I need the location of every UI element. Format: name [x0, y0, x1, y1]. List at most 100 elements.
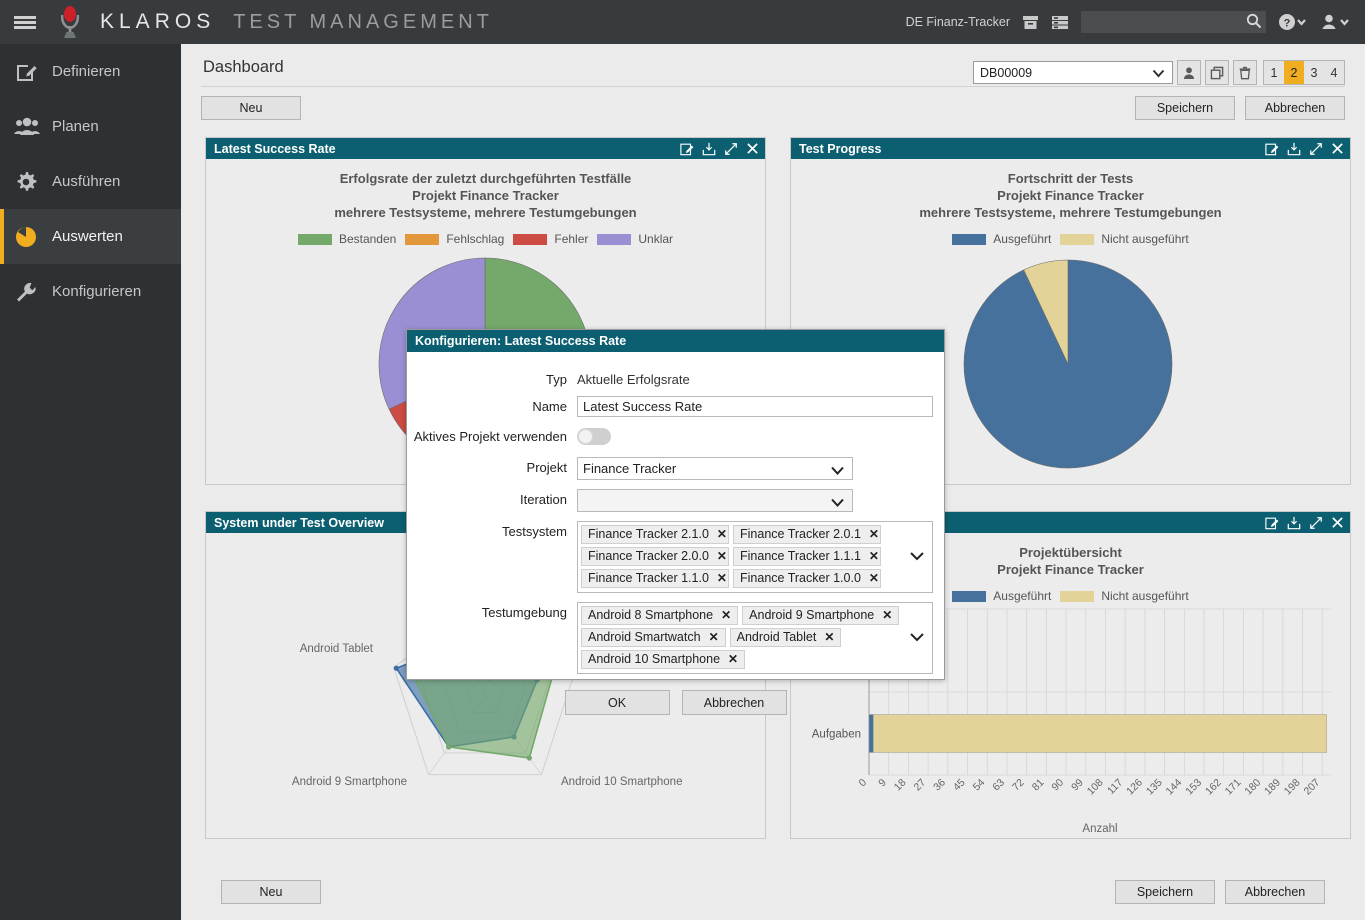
- remove-tag-icon[interactable]: ✕: [824, 630, 834, 644]
- tag-label: Android Smartwatch: [588, 630, 701, 644]
- svg-text:207: 207: [1301, 777, 1322, 798]
- panel-icons: [680, 142, 759, 156]
- remove-tag-icon[interactable]: ✕: [728, 652, 738, 666]
- sidebar-item-konfigurieren[interactable]: Konfigurieren: [0, 264, 181, 319]
- dashboard-select-wrapper[interactable]: DB00009: [973, 61, 1173, 84]
- svg-text:Aufgaben: Aufgaben: [812, 729, 861, 741]
- sidebar-item-definieren[interactable]: Definieren: [0, 44, 181, 99]
- testumgebung-tag[interactable]: Android 8 Smartphone✕: [581, 606, 738, 625]
- testumgebung-tag-box[interactable]: Android 8 Smartphone✕ Android 9 Smartpho…: [577, 602, 933, 674]
- iteration-select[interactable]: [577, 489, 853, 512]
- testumgebung-tag[interactable]: Android 9 Smartphone✕: [742, 606, 899, 625]
- export-icon[interactable]: [1287, 516, 1301, 530]
- remove-tag-icon[interactable]: ✕: [869, 571, 879, 585]
- sidebar-item-planen[interactable]: Planen: [0, 99, 181, 154]
- testumgebung-tag[interactable]: Android Tablet ✕: [730, 628, 842, 647]
- page-number-2[interactable]: 2: [1284, 61, 1304, 84]
- save-button-top[interactable]: Speichern: [1135, 96, 1235, 120]
- remove-tag-icon[interactable]: ✕: [709, 630, 719, 644]
- testumgebung-tag[interactable]: Android 10 Smartphone✕: [581, 650, 745, 669]
- edit-icon[interactable]: [1265, 142, 1279, 156]
- chevron-down-icon[interactable]: [909, 550, 925, 565]
- help-icon[interactable]: ?: [1278, 13, 1308, 31]
- testsystem-tag[interactable]: Finance Tracker 1.0.0✕: [733, 569, 881, 588]
- legend-swatch: [1060, 234, 1094, 245]
- search-input[interactable]: [1087, 14, 1246, 30]
- klaros-logo-icon: [50, 5, 90, 39]
- export-icon[interactable]: [702, 142, 716, 156]
- dashboard-select[interactable]: DB00009: [973, 61, 1173, 84]
- search-icon[interactable]: [1246, 13, 1262, 32]
- database-icon[interactable]: [1051, 14, 1069, 31]
- testsystem-tag[interactable]: Finance Tracker 1.1.0✕: [581, 569, 729, 588]
- testsystem-tag[interactable]: Finance Tracker 2.0.0 ✕: [581, 547, 729, 566]
- remove-tag-icon[interactable]: ✕: [869, 549, 879, 563]
- testsystem-tag[interactable]: Finance Tracker 2.0.1 ✕: [733, 525, 881, 544]
- svg-text:198: 198: [1282, 777, 1303, 798]
- testumgebung-tag[interactable]: Android Smartwatch ✕: [581, 628, 726, 647]
- close-icon[interactable]: [1331, 142, 1344, 155]
- new-button-top[interactable]: Neu: [201, 96, 301, 120]
- projekt-select[interactable]: Finance Tracker: [577, 457, 853, 480]
- remove-tag-icon[interactable]: ✕: [717, 549, 727, 563]
- dialog-cancel-button[interactable]: Abbrechen: [682, 690, 787, 715]
- brand-primary: KLAROS: [100, 10, 215, 34]
- copy-icon-button[interactable]: [1205, 60, 1229, 85]
- page-number-1[interactable]: 1: [1264, 61, 1284, 84]
- title-divider: [201, 86, 1345, 87]
- testsystem-tag-box[interactable]: Finance Tracker 2.1.0✕ Finance Tracker 2…: [577, 521, 933, 593]
- save-button-bottom[interactable]: Speichern: [1115, 880, 1215, 904]
- sidebar-item-auswerten[interactable]: Auswerten: [0, 209, 181, 264]
- svg-text:189: 189: [1262, 777, 1283, 798]
- chart-legend: Bestanden Fehlschlag Fehler Unklar: [206, 232, 765, 246]
- active-project-label: DE Finanz-Tracker: [906, 15, 1010, 29]
- remove-tag-icon[interactable]: ✕: [869, 527, 879, 541]
- chevron-down-icon[interactable]: [909, 631, 925, 646]
- close-icon[interactable]: [746, 142, 759, 155]
- cancel-button-bottom[interactable]: Abbrechen: [1225, 880, 1325, 904]
- page-number-group[interactable]: 1 2 3 4: [1263, 60, 1345, 85]
- archive-icon[interactable]: [1022, 14, 1039, 31]
- tag-label: Finance Tracker 2.0.1: [740, 527, 861, 541]
- user-icon[interactable]: [1320, 13, 1351, 31]
- menu-icon[interactable]: [0, 14, 50, 31]
- edit-icon[interactable]: [1265, 516, 1279, 530]
- export-icon[interactable]: [1287, 142, 1301, 156]
- chart-title-line-2: Projekt Finance Tracker: [206, 187, 765, 204]
- edit-icon[interactable]: [680, 142, 694, 156]
- sidebar-item-ausfuehren[interactable]: Ausführen: [0, 154, 181, 209]
- iteration-select-wrapper[interactable]: [577, 489, 853, 512]
- name-input[interactable]: [577, 396, 933, 417]
- remove-tag-icon[interactable]: ✕: [721, 608, 731, 622]
- tag-label: Finance Tracker 2.0.0: [588, 549, 709, 563]
- page-number-3[interactable]: 3: [1304, 61, 1324, 84]
- dialog-title: Konfigurieren: Latest Success Rate: [415, 334, 626, 348]
- testsystem-tag[interactable]: Finance Tracker 2.1.0✕: [581, 525, 729, 544]
- remove-tag-icon[interactable]: ✕: [882, 608, 892, 622]
- dialog-row-typ: Typ Aktuelle Erfolgsrate: [407, 369, 944, 387]
- legend-item: Bestanden: [298, 232, 396, 246]
- projekt-select-wrapper[interactable]: Finance Tracker: [577, 457, 853, 480]
- remove-tag-icon[interactable]: ✕: [717, 527, 727, 541]
- new-button-bottom[interactable]: Neu: [221, 880, 321, 904]
- dialog-buttons: OK Abbrechen: [407, 690, 944, 715]
- expand-icon[interactable]: [1309, 516, 1323, 530]
- remove-tag-icon[interactable]: ✕: [717, 571, 727, 585]
- cancel-button-top[interactable]: Abbrechen: [1245, 96, 1345, 120]
- active-project-toggle[interactable]: [577, 428, 611, 445]
- sidebar-item-label: Definieren: [52, 63, 120, 80]
- expand-icon[interactable]: [1309, 142, 1323, 156]
- close-icon[interactable]: [1331, 516, 1344, 529]
- testsystem-tag[interactable]: Finance Tracker 1.1.1✕: [733, 547, 881, 566]
- tag-label: Android Tablet: [737, 630, 817, 644]
- expand-icon[interactable]: [724, 142, 738, 156]
- page-number-4[interactable]: 4: [1324, 61, 1344, 84]
- svg-text:63: 63: [990, 777, 1007, 794]
- search-box[interactable]: [1081, 11, 1266, 33]
- panel-title: Latest Success Rate: [214, 142, 336, 156]
- trash-icon-button[interactable]: [1233, 60, 1257, 85]
- person-icon-button[interactable]: [1177, 60, 1201, 85]
- legend-label: Nicht ausgeführt: [1101, 232, 1188, 246]
- svg-text:Android Tablet: Android Tablet: [300, 643, 374, 655]
- dialog-ok-button[interactable]: OK: [565, 690, 670, 715]
